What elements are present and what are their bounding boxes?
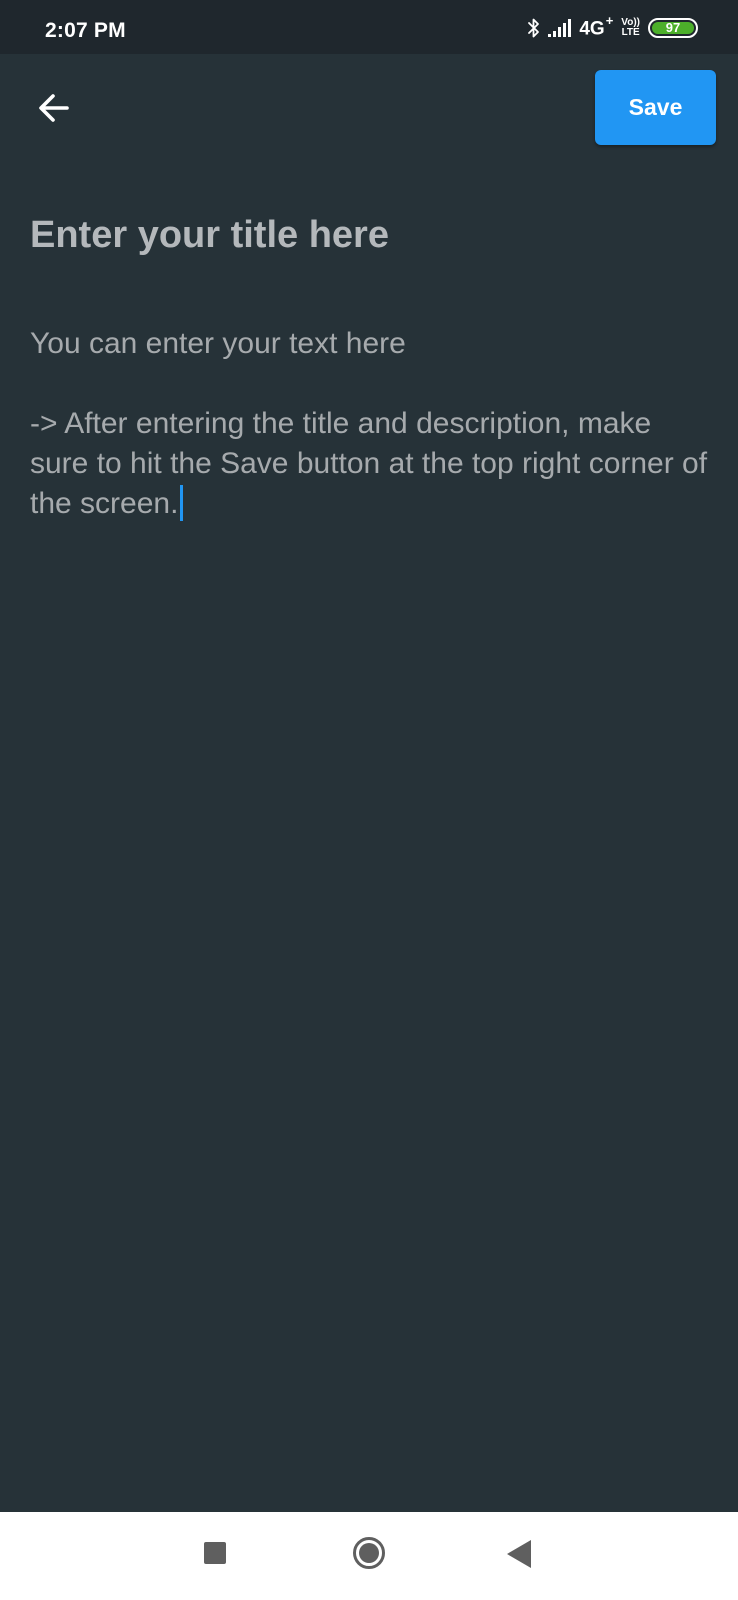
battery-level: 97 <box>665 20 681 35</box>
text-cursor <box>180 485 184 521</box>
description-input[interactable]: You can enter your text here -> After en… <box>30 324 710 524</box>
network-type: 4G+ <box>579 13 614 40</box>
square-recent-icon[interactable] <box>204 1542 226 1564</box>
battery-icon: 97 <box>648 18 698 38</box>
save-button[interactable]: Save <box>595 70 716 145</box>
volte-icon: Vo)) LTE <box>621 17 640 38</box>
status-icons: 4G+ Vo)) LTE 97 <box>527 13 698 40</box>
title-input[interactable]: Enter your title here <box>30 212 710 258</box>
bluetooth-icon <box>528 18 540 38</box>
back-button[interactable] <box>30 80 78 136</box>
body-instruction: -> After entering the title and descript… <box>30 407 708 521</box>
arrow-left-icon <box>39 94 69 122</box>
signal-icon <box>548 19 572 37</box>
note-editor-screen: 2:07 PM 4G+ Vo)) LTE 97 Save Enter your … <box>0 0 738 1600</box>
body-line: You can enter your text here <box>30 327 406 360</box>
status-bar: 2:07 PM 4G+ Vo)) LTE 97 <box>0 0 738 54</box>
triangle-back-icon[interactable] <box>507 1540 531 1568</box>
navigation-bar <box>0 1512 738 1600</box>
circle-home-icon[interactable] <box>352 1536 386 1570</box>
status-time: 2:07 PM <box>45 19 126 42</box>
